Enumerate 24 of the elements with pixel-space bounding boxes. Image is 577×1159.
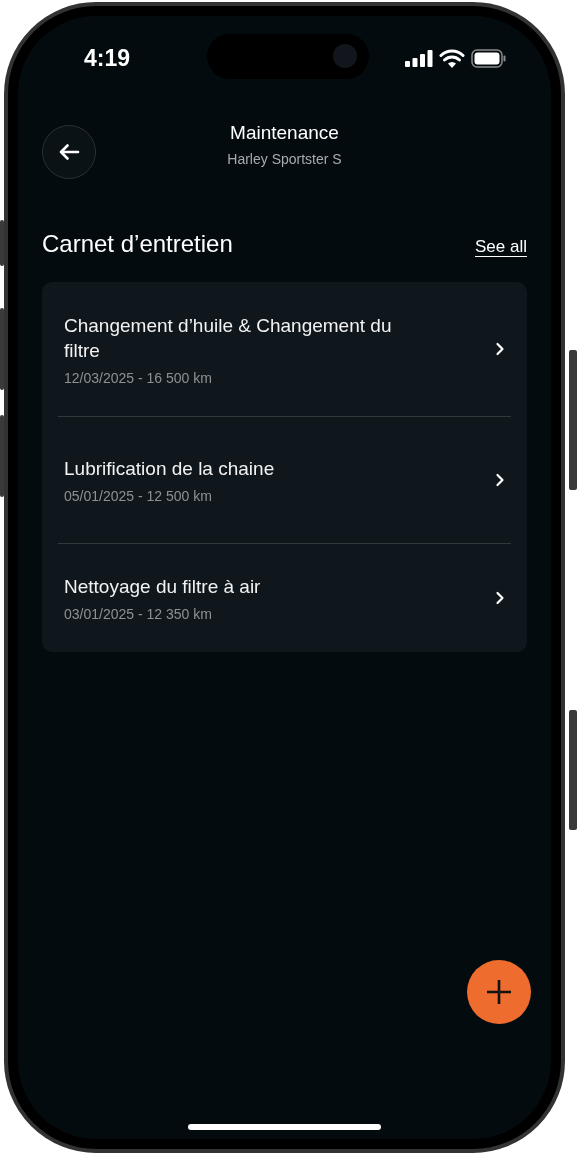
status-time: 4:19 bbox=[84, 44, 131, 72]
signal-icon bbox=[405, 49, 433, 67]
entry-details: 05/01/2025 - 12 500 km bbox=[64, 488, 213, 504]
chevron-right-icon bbox=[495, 590, 505, 606]
maintenance-entry[interactable]: Nettoyage du filtre à air 03/01/2025 - 12 350 km bbox=[58, 544, 511, 652]
chevron-right-icon bbox=[495, 472, 505, 488]
back-button[interactable] bbox=[42, 125, 96, 179]
entry-title: Lubrification de la chaine bbox=[64, 457, 275, 481]
see-all-link[interactable]: See all bbox=[475, 237, 527, 257]
entry-title: Nettoyage du filtre à air bbox=[64, 575, 261, 599]
camera-icon bbox=[333, 44, 357, 68]
maintenance-entry[interactable]: Changement d’huile & Changement du filtre 12/03/2025 - 16 500 km bbox=[58, 282, 511, 416]
battery-icon bbox=[471, 48, 507, 68]
entry-details: 03/01/2025 - 12 350 km bbox=[64, 606, 213, 622]
entry-details: 12/03/2025 - 16 500 km bbox=[64, 369, 213, 386]
screen-title: Maintenance bbox=[230, 122, 339, 144]
maintenance-entry[interactable]: Lubrification de la chaine 05/01/2025 - 12 500 km bbox=[58, 417, 511, 543]
screen-subtitle: Harley Sportster S bbox=[227, 151, 342, 167]
back-arrow-icon bbox=[58, 143, 80, 161]
chevron-right-icon bbox=[495, 341, 505, 357]
plus-icon bbox=[486, 979, 512, 1005]
entry-title: Changement d’huile & Changement du filtre bbox=[64, 313, 393, 363]
wifi-icon bbox=[439, 48, 465, 68]
section-title: Carnet d’entretien bbox=[42, 230, 233, 258]
